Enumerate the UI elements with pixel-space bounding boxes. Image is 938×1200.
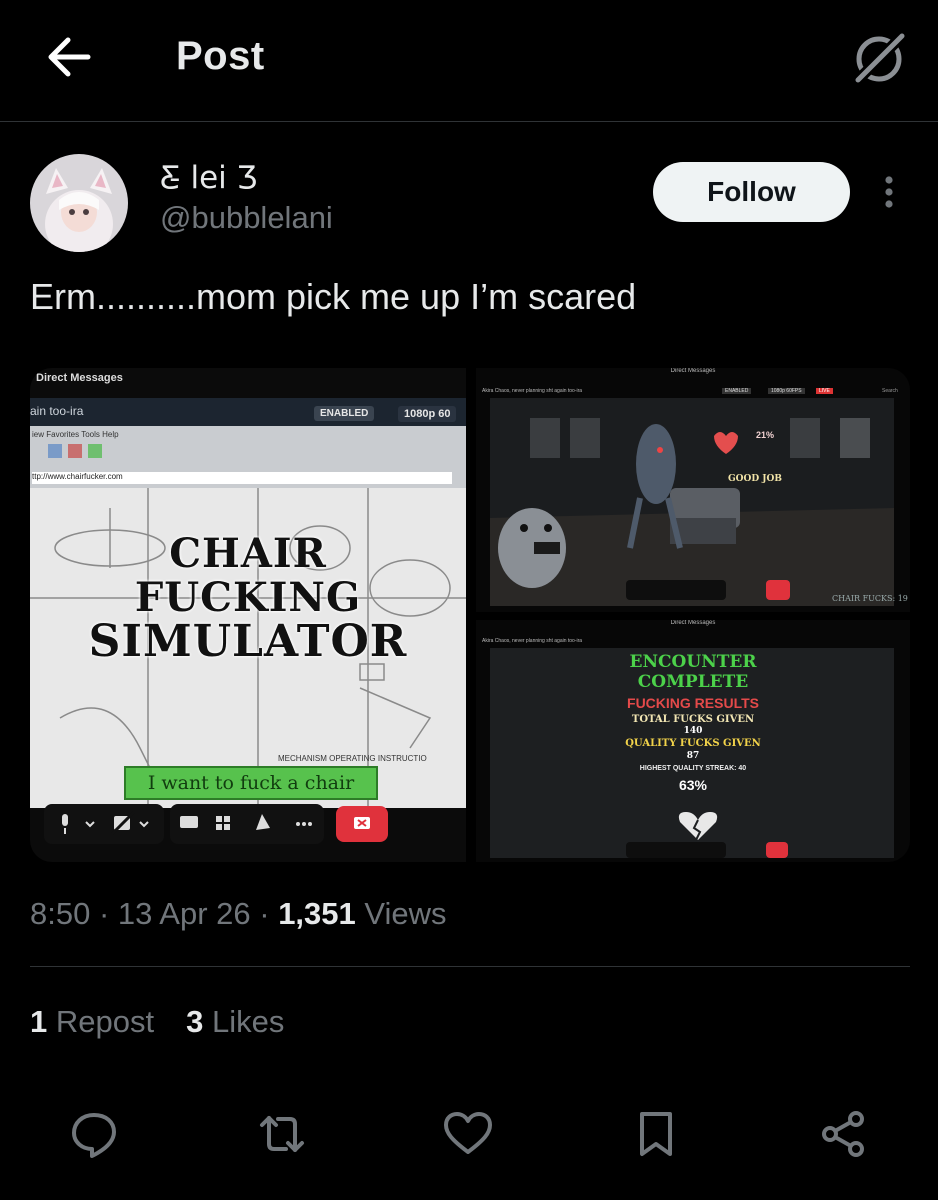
- author-handle[interactable]: @bubblelani: [160, 200, 333, 236]
- engagement-stats: 1 Repost 3 Likes: [30, 1004, 284, 1040]
- complete-heading: COMPLETE: [637, 672, 749, 692]
- more-options-icon[interactable]: [876, 172, 902, 212]
- reply-icon[interactable]: [68, 1108, 120, 1160]
- chair-counter: CHAIR FUCKS: 19: [832, 594, 908, 603]
- enabled-badge: ENABLED: [314, 406, 375, 421]
- channel-title: Akira Chaos, never planning sht again to…: [482, 388, 583, 394]
- top-bar: Post: [0, 0, 938, 122]
- views-label: Views: [355, 896, 447, 931]
- mic-camera-controls: [44, 804, 164, 844]
- share-icon[interactable]: [818, 1108, 870, 1160]
- good-job-label: GOOD JOB: [728, 474, 783, 484]
- game-title-line-1: CHAIR: [169, 530, 327, 577]
- follow-button[interactable]: Follow: [653, 162, 850, 222]
- reposts-count: 1: [30, 1004, 48, 1039]
- media-image-left[interactable]: Direct Messages ain too-ira ENABLED 1080…: [30, 368, 466, 862]
- quality-badge: 1080p 60: [398, 406, 457, 422]
- total-value: 140: [683, 726, 703, 736]
- page-title: Post: [176, 34, 265, 78]
- views-count: 1,351: [278, 896, 356, 931]
- separator: ·: [90, 896, 118, 931]
- divider: [30, 966, 910, 967]
- streak-label: HIGHEST QUALITY STREAK: 40: [639, 765, 747, 772]
- url-field: ttp://www.chairfucker.com: [32, 472, 452, 484]
- grok-icon[interactable]: [850, 30, 908, 86]
- like-icon[interactable]: [442, 1108, 494, 1160]
- diagram-caption: MECHANISM OPERATING INSTRUCTIO: [278, 754, 427, 763]
- likes-count: 3: [186, 1004, 204, 1039]
- encounter-heading: ENCOUNTER: [629, 652, 757, 672]
- activity-controls: [170, 804, 324, 844]
- likes-stat[interactable]: 3 Likes: [186, 1004, 284, 1039]
- post-date: 13 Apr 26: [117, 896, 251, 931]
- window-title: Direct Messages: [670, 368, 716, 374]
- leave-call-button[interactable]: [336, 806, 388, 842]
- results-heading: FUCKING RESULTS: [627, 695, 759, 711]
- total-label: TOTAL FUCKS GIVEN: [631, 714, 755, 725]
- window-title: Direct Messages: [670, 620, 716, 626]
- call-controls: [626, 580, 726, 600]
- game-title-line-3: SIMULATOR: [88, 616, 408, 667]
- separator: ·: [250, 896, 279, 931]
- browser-menu: iew Favorites Tools Help: [32, 430, 119, 439]
- reposts-stat[interactable]: 1 Repost: [30, 1004, 154, 1039]
- live-badge: LIVE: [816, 388, 833, 394]
- game-title-line-2: FUCKING: [134, 574, 362, 621]
- game-scene: [490, 398, 894, 606]
- leave-call-button[interactable]: [766, 842, 788, 858]
- window-title: Direct Messages: [36, 372, 123, 384]
- arrow-left-icon[interactable]: [44, 34, 94, 80]
- enabled-badge: ENABLED: [722, 388, 752, 394]
- tab-title: ain too-ira: [30, 404, 84, 418]
- quality-label: QUALITY FUCKS GIVEN: [625, 738, 761, 749]
- media-image-right-bottom[interactable]: Direct Messages Akira Chaos, never plann…: [476, 620, 910, 862]
- bookmark-icon[interactable]: [630, 1108, 682, 1160]
- post-text: Erm..........mom pick me up I’m scared: [30, 276, 637, 317]
- likes-label: Likes: [203, 1004, 285, 1039]
- author-display-name[interactable]: Ƹ̵ lei Ʒ: [160, 160, 257, 196]
- channel-title: Akira Chaos, never planning sht again to…: [482, 638, 583, 644]
- leave-call-button[interactable]: [766, 580, 790, 600]
- post-time: 8:50: [30, 896, 91, 931]
- post-metadata: 8:50 · 13 Apr 26 · 1,351 Views: [30, 896, 447, 932]
- reposts-label: Repost: [47, 1004, 155, 1039]
- percent-label: 63%: [678, 777, 708, 793]
- quality-value: 87: [686, 751, 700, 761]
- broken-heart-icon: [678, 812, 718, 841]
- media-image-right-top[interactable]: Direct Messages Akira Chaos, never plann…: [476, 368, 910, 612]
- search-field[interactable]: Search: [882, 388, 898, 394]
- media-grid: Direct Messages ain too-ira ENABLED 1080…: [30, 368, 910, 862]
- repost-icon[interactable]: [256, 1108, 308, 1160]
- quality-badge: 1080p 60FPS: [768, 388, 805, 394]
- want-chair-button[interactable]: I want to fuck a chair: [124, 766, 378, 800]
- heart-percent: 21%: [756, 430, 775, 440]
- avatar[interactable]: [30, 154, 128, 252]
- call-controls: [626, 842, 726, 858]
